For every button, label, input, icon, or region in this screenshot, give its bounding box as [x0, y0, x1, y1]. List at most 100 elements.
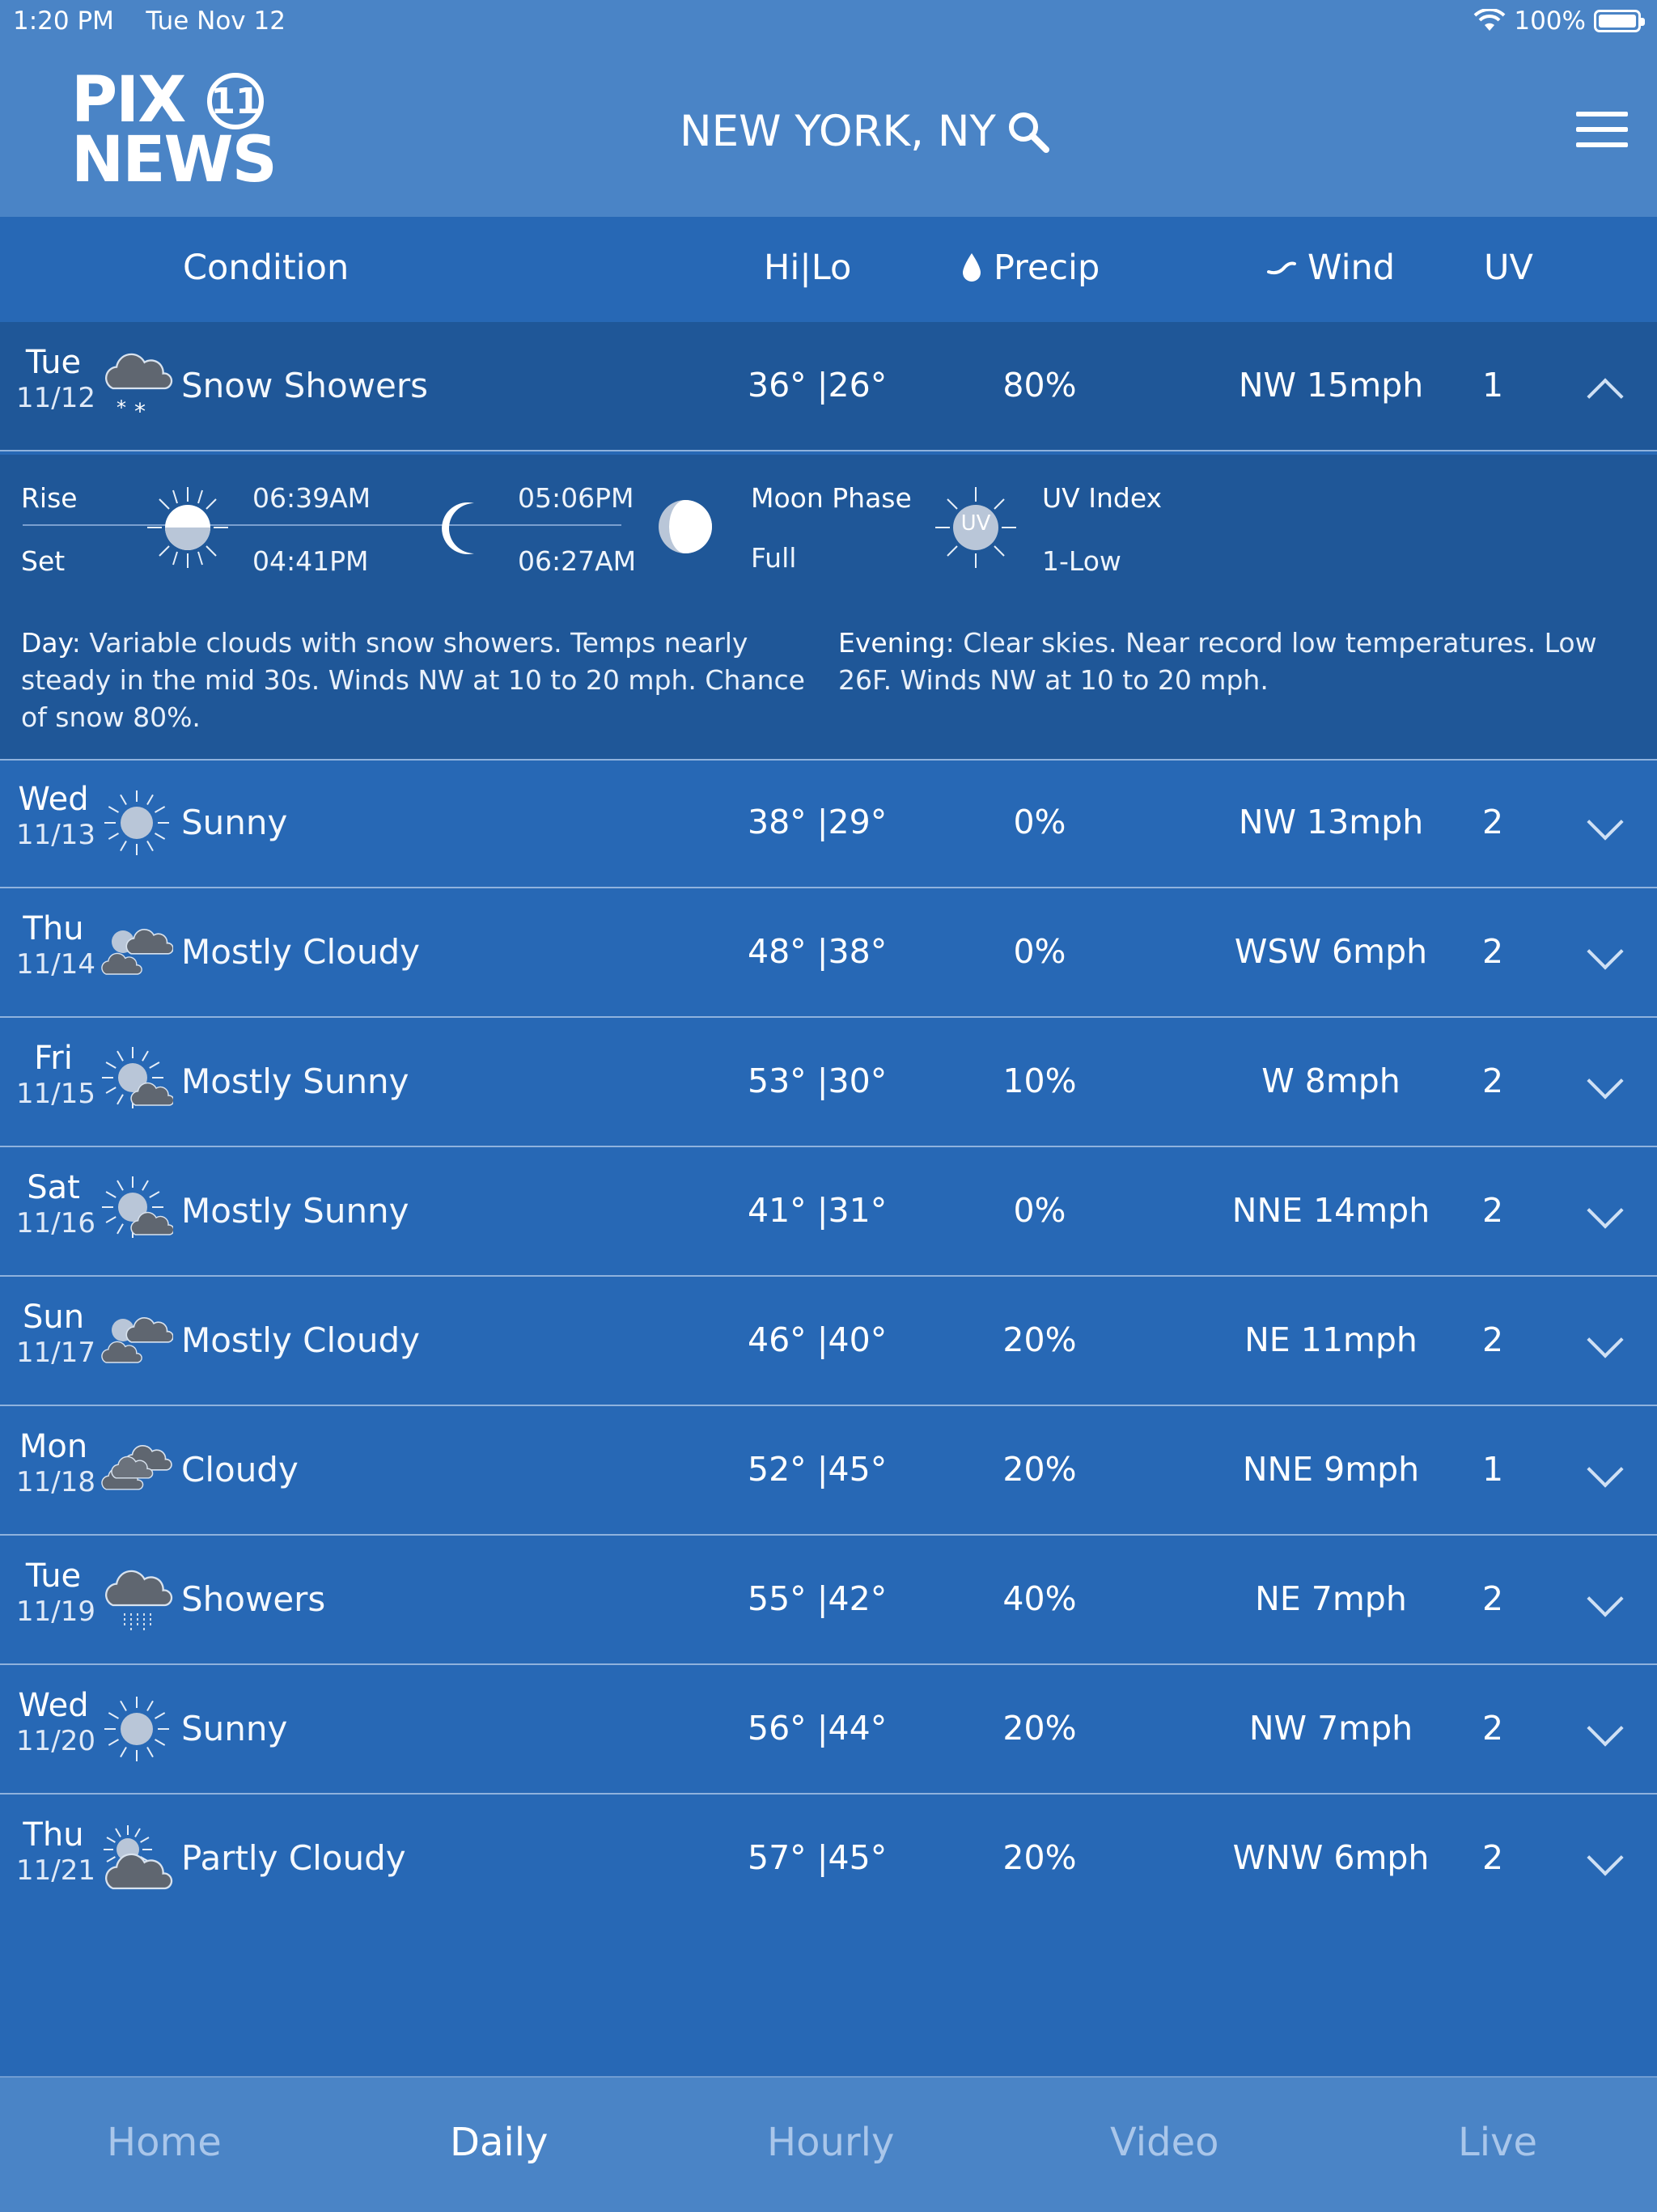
row-condition: Mostly Sunny: [181, 1062, 409, 1101]
day-description: Day: Variable clouds with snow showers. …: [21, 625, 814, 736]
row-day-name: Sat: [27, 1169, 80, 1206]
row-condition: Sunny: [181, 803, 288, 842]
row-date: 11/13: [16, 819, 95, 851]
row-day: Sun 11/17: [16, 1299, 95, 1371]
row-precip: 20%: [1002, 1709, 1077, 1748]
column-condition: Condition: [183, 248, 350, 288]
forecast-row[interactable]: Tue 11/19 Showers 55° |42° 40% NE 7mph 2: [0, 1536, 1657, 1665]
moonrise-time: 05:06PM: [518, 482, 634, 514]
row-hilo: 56° |44°: [748, 1709, 888, 1748]
wifi-icon: [1473, 9, 1506, 31]
status-time: 1:20 PM: [13, 6, 114, 36]
pix11-news-logo[interactable]: PIX 11 NEWS: [71, 68, 282, 193]
sunrise-time: 06:39AM: [252, 482, 371, 514]
uv-index-value: 1-Low: [1042, 545, 1121, 577]
evening-label: Evening: [838, 627, 946, 659]
row-day: Wed 11/13: [16, 782, 95, 853]
search-icon: [1008, 112, 1049, 153]
row-wind: NNE 14mph: [1231, 1191, 1430, 1230]
chevron-down-icon[interactable]: [1587, 1192, 1624, 1229]
forecast-row[interactable]: Fri 11/15 Mostly Sunny 53° |30° 10% W 8m…: [0, 1018, 1657, 1147]
row-date: 11/16: [16, 1207, 95, 1239]
row-date: 11/20: [16, 1725, 95, 1757]
row-wind: WNW 6mph: [1232, 1838, 1430, 1877]
tab-live[interactable]: Live: [1458, 2120, 1537, 2165]
row-day: Tue 11/12: [16, 345, 95, 416]
column-precip: Precip: [961, 248, 1100, 288]
battery-icon: [1594, 10, 1645, 32]
row-uv: 2: [1481, 932, 1504, 971]
chevron-down-icon[interactable]: [1587, 1451, 1624, 1488]
moon-phase-value: Full: [751, 542, 797, 574]
chevron-down-icon[interactable]: [1587, 1580, 1624, 1617]
chevron-down-icon[interactable]: [1587, 1062, 1624, 1100]
row-uv: 1: [1481, 1450, 1504, 1489]
app-header: PIX 11 NEWS NEW YORK, NY: [0, 44, 1657, 217]
table-header: Condition Hi|Lo Precip Wind UV: [0, 217, 1657, 324]
forecast-row[interactable]: Thu 11/21 Partly Cloudy 57° |45° 20% WNW…: [0, 1795, 1657, 1922]
day-label: Day: [21, 627, 72, 659]
row-day: Sat 11/16: [16, 1169, 95, 1241]
row-uv: 2: [1481, 1191, 1504, 1230]
chevron-down-icon[interactable]: [1587, 1839, 1624, 1876]
row-condition: Mostly Cloudy: [181, 1320, 420, 1360]
sun-rise-set-icon: [147, 487, 228, 568]
tab-hourly[interactable]: Hourly: [767, 2120, 894, 2165]
column-uv: UV: [1484, 248, 1533, 288]
tab-home[interactable]: Home: [107, 2120, 222, 2165]
day-details-panel: Rise Set 06:39AM 04:41PM 05:06PM 06:27AM…: [0, 455, 1657, 761]
forecast-row[interactable]: Sun 11/17 Mostly Cloudy 46° |40° 20% NE …: [0, 1277, 1657, 1406]
logo-badge: 11: [207, 73, 264, 129]
chevron-down-icon[interactable]: [1587, 933, 1624, 970]
forecast-row[interactable]: Tue 11/12 * * Snow Showers 36° |26° 80% N…: [0, 322, 1657, 451]
row-precip: 10%: [1002, 1062, 1077, 1100]
chevron-down-icon[interactable]: [1587, 1321, 1624, 1358]
row-day-name: Wed: [18, 1687, 89, 1724]
chevron-down-icon[interactable]: [1587, 803, 1624, 841]
row-wind: NW 7mph: [1248, 1709, 1413, 1748]
row-hilo: 48° |38°: [748, 932, 888, 971]
bottom-tab-bar: Home Daily Hourly Video Live: [0, 2076, 1657, 2212]
row-hilo: 46° |40°: [748, 1320, 888, 1359]
row-wind: W 8mph: [1261, 1062, 1401, 1100]
tab-daily[interactable]: Daily: [450, 2120, 548, 2165]
rise-label: Rise: [21, 482, 78, 514]
mostly-sunny-icon: [100, 1045, 175, 1118]
row-uv: 2: [1481, 1579, 1504, 1618]
row-condition: Showers: [181, 1579, 326, 1619]
row-hilo: 57° |45°: [748, 1838, 888, 1877]
location-search[interactable]: NEW YORK, NY: [680, 107, 1051, 156]
row-wind: WSW 6mph: [1234, 932, 1428, 971]
row-day-name: Fri: [34, 1040, 73, 1077]
forecast-row[interactable]: Thu 11/14 Mostly Cloudy 48° |38° 0% WSW …: [0, 888, 1657, 1018]
column-precip-label: Precip: [994, 248, 1100, 288]
row-date: 11/15: [16, 1078, 95, 1110]
row-uv: 2: [1481, 1062, 1504, 1100]
uv-index-label: UV Index: [1042, 482, 1163, 514]
row-condition: Mostly Cloudy: [181, 932, 420, 972]
forecast-row[interactable]: Mon 11/18 Cloudy 52° |45° 20% NNE 9mph 1: [0, 1406, 1657, 1536]
partly-cloudy-icon: [100, 1822, 173, 1895]
row-hilo: 52° |45°: [748, 1450, 888, 1489]
row-day: Thu 11/14: [16, 911, 95, 982]
full-moon-phase-icon: [659, 500, 712, 553]
sun-icon: [100, 1693, 173, 1765]
hamburger-menu-icon[interactable]: [1576, 112, 1628, 150]
tab-video[interactable]: Video: [1110, 2120, 1218, 2165]
status-left: 1:20 PM Tue Nov 12: [13, 6, 286, 36]
column-hilo: Hi|Lo: [764, 248, 852, 288]
row-day: Mon 11/18: [16, 1429, 95, 1500]
forecast-row[interactable]: Wed 11/20 Sunny 56° |44° 20% NW 7mph 2: [0, 1665, 1657, 1795]
row-wind: NE 7mph: [1255, 1579, 1407, 1618]
crescent-moon-icon: [442, 502, 474, 554]
forecast-row[interactable]: Sat 11/16 Mostly Sunny 41° |31° 0% NNE 1…: [0, 1147, 1657, 1277]
showers-icon: [100, 1563, 173, 1636]
row-wind: NNE 9mph: [1242, 1450, 1420, 1489]
location-label: NEW YORK, NY: [680, 107, 996, 156]
cloudy-icon: [100, 1434, 173, 1506]
row-hilo: 55° |42°: [748, 1579, 888, 1618]
forecast-row[interactable]: Wed 11/13 Sunny 38° |29° 0% NW 13mph 2: [0, 759, 1657, 888]
chevron-down-icon[interactable]: [1587, 1710, 1624, 1747]
chevron-up-icon[interactable]: [1587, 378, 1624, 415]
wind-icon: [1267, 261, 1296, 275]
